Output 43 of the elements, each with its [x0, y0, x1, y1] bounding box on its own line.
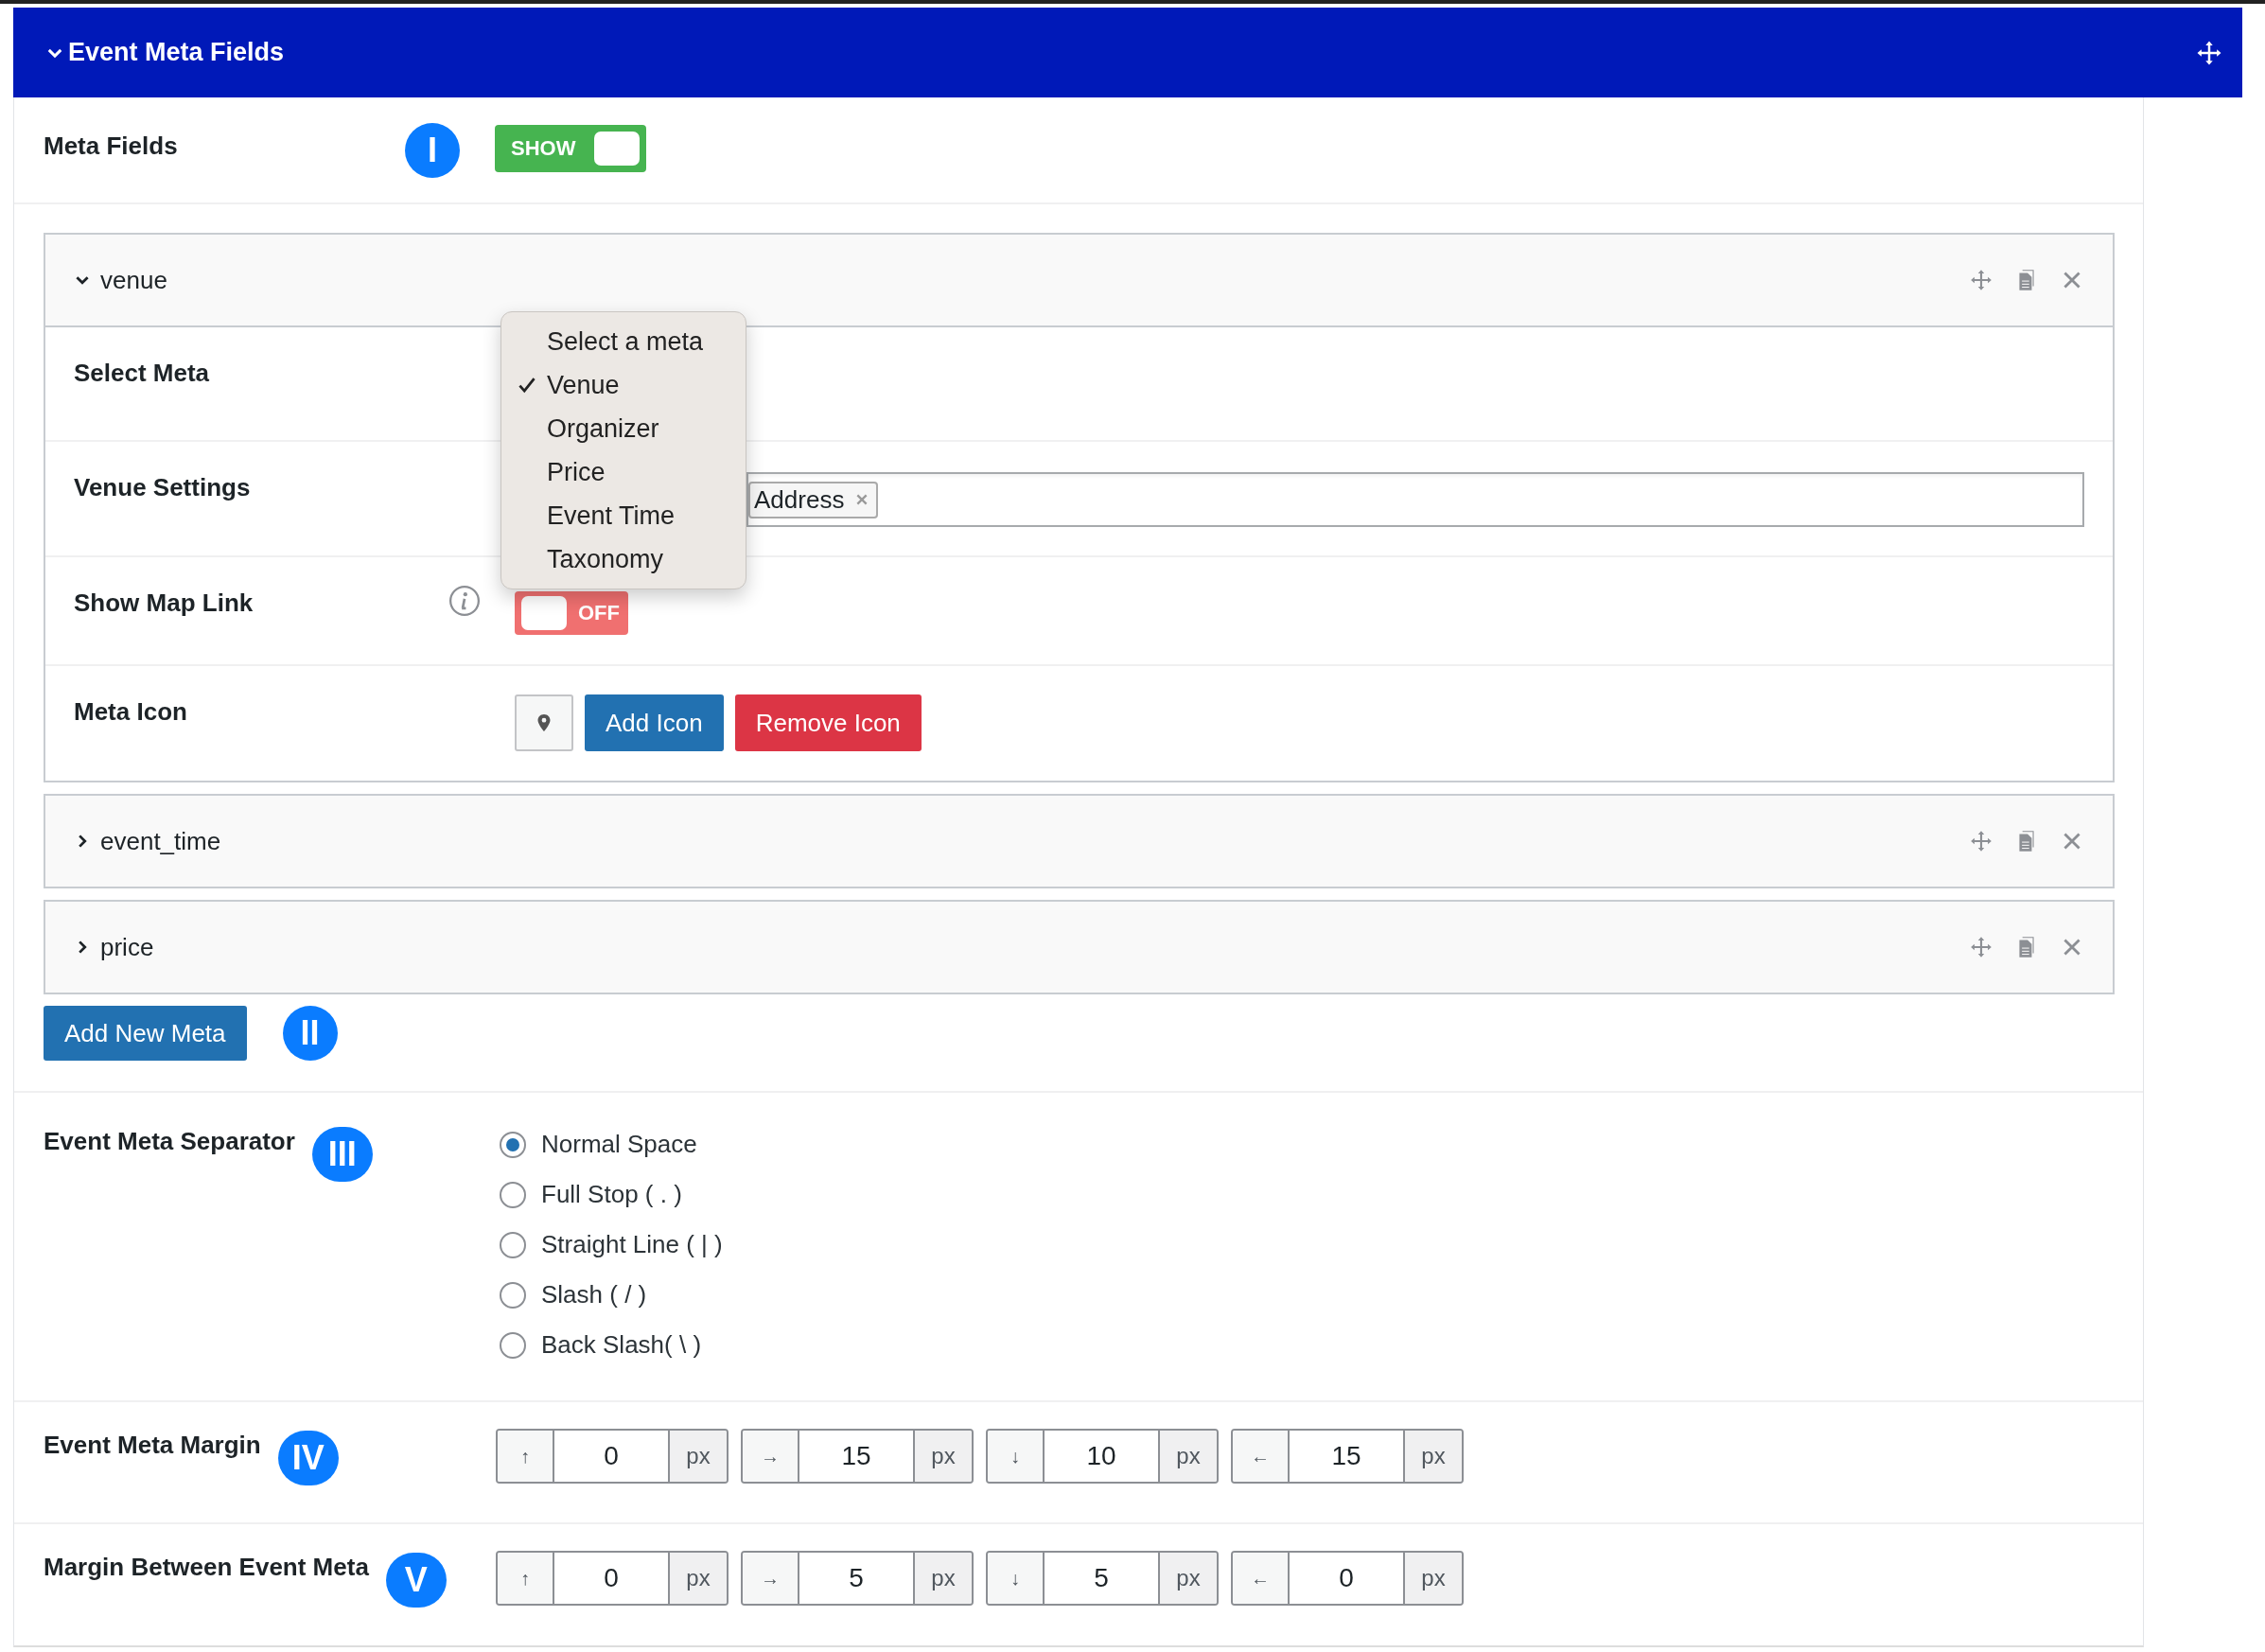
field-label: Meta Icon — [74, 697, 188, 727]
field-label: Select Meta — [74, 359, 211, 388]
step-badge: II — [282, 1006, 338, 1061]
step-badge: I — [405, 123, 460, 178]
radio-label[interactable]: Normal Space — [541, 1130, 697, 1159]
action-button[interactable]: Add Icon — [585, 694, 724, 751]
multi-select-field[interactable]: Address — [746, 472, 2084, 527]
radio-label[interactable]: Straight Line ( | ) — [541, 1230, 723, 1259]
field-label: Event Meta Separator — [44, 1127, 295, 1156]
dropdown-option[interactable]: Venue — [501, 363, 746, 407]
radio-button[interactable] — [500, 1131, 526, 1158]
field-label: Event Meta Margin — [44, 1431, 261, 1460]
icon-preview[interactable] — [515, 694, 573, 751]
add-meta-button[interactable]: Add New Meta — [44, 1006, 247, 1061]
meta-name[interactable]: event_time — [100, 826, 221, 856]
radio-button[interactable] — [500, 1281, 526, 1309]
step-badge: III — [311, 1127, 373, 1182]
panel-title: Event Meta Fields — [68, 38, 285, 67]
remove-icon[interactable] — [855, 493, 869, 506]
panel-header[interactable]: Event Meta Fields — [13, 8, 2242, 97]
info-icon[interactable] — [448, 585, 481, 617]
step-badge: IV — [277, 1431, 339, 1485]
dropdown-option[interactable]: Taxonomy — [501, 537, 746, 581]
dropdown-option[interactable]: Organizer — [501, 407, 746, 450]
radio-label[interactable]: Full Stop ( . ) — [541, 1180, 682, 1209]
radio-label[interactable]: Slash ( / ) — [541, 1280, 647, 1309]
radio-button[interactable] — [500, 1181, 526, 1208]
meta-name[interactable]: price — [100, 932, 154, 962]
radio-button[interactable] — [500, 1231, 526, 1258]
field-label: Show Map Link — [74, 589, 255, 618]
field-label: Margin Between Event Meta — [44, 1553, 369, 1582]
selected-tag: Address — [748, 481, 879, 518]
field-label: Venue Settings — [74, 473, 252, 502]
dropdown-option[interactable]: Select a meta — [501, 320, 746, 363]
meta-name[interactable]: venue — [100, 265, 167, 295]
radio-label[interactable]: Back Slash( \ ) — [541, 1330, 702, 1360]
action-button[interactable]: Remove Icon — [734, 694, 922, 751]
field-label: Meta Fields — [44, 131, 179, 161]
map-pin-icon — [536, 712, 552, 733]
dropdown-option[interactable]: Price — [501, 450, 746, 494]
step-badge: V — [385, 1553, 447, 1608]
dropdown-option[interactable]: Event Time — [501, 494, 746, 537]
radio-button[interactable] — [500, 1331, 526, 1359]
